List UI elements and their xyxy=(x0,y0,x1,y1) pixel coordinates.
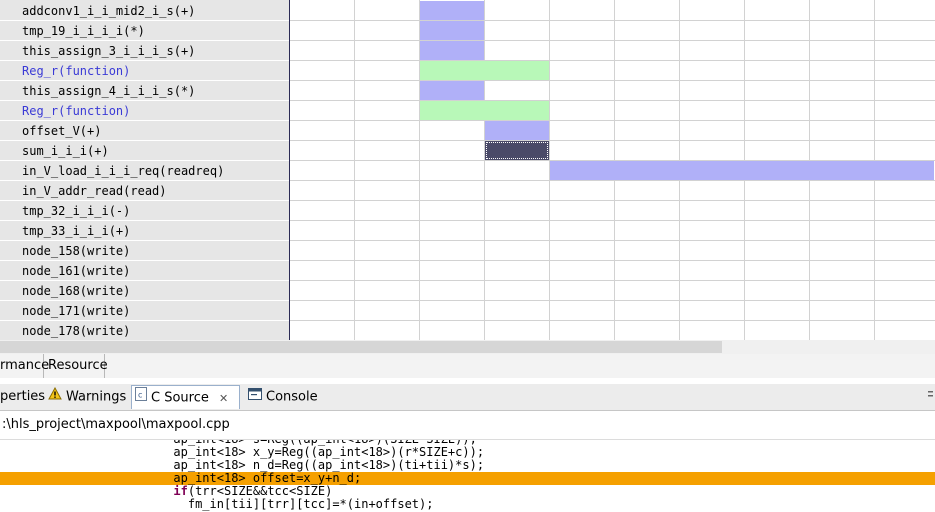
grid-row-line xyxy=(290,180,935,181)
tab-c-source-label: C Source xyxy=(151,390,209,406)
operation-row[interactable]: tmp_33_i_i_i(+) xyxy=(0,221,289,241)
operation-row[interactable]: in_V_load_i_i_i_req(readreq) xyxy=(0,161,289,181)
operation-row[interactable]: node_168(write) xyxy=(0,281,289,301)
tab-warnings[interactable]: Warnings xyxy=(48,385,130,409)
operation-row[interactable]: this_assign_4_i_i_i_s(*) xyxy=(0,81,289,101)
schedule-bar-op[interactable] xyxy=(485,121,549,140)
grid-column-line xyxy=(484,0,485,340)
operation-row[interactable]: tmp_19_i_i_i_i(*) xyxy=(0,21,289,41)
grid-row-line xyxy=(290,320,935,321)
source-code-view: ap_int<18> s=Reg((ap_int<18>)(SIZE*SIZE)… xyxy=(0,440,935,512)
grid-row-line xyxy=(290,300,935,301)
grid-row-line xyxy=(290,120,935,121)
grid-row-line xyxy=(290,40,935,41)
schedule-grid xyxy=(290,0,935,340)
grid-row-line xyxy=(290,60,935,61)
operation-row[interactable]: sum_i_i_i(+) xyxy=(0,141,289,161)
tab-properties[interactable]: perties xyxy=(0,385,46,409)
grid-row-line xyxy=(290,220,935,221)
operation-row[interactable]: Reg_r(function) xyxy=(0,61,289,81)
code-keyword: if xyxy=(173,484,188,498)
schedule-bar-selected[interactable] xyxy=(485,141,549,160)
close-icon[interactable]: ✕ xyxy=(219,392,228,405)
schedule-bar-op[interactable] xyxy=(550,161,934,180)
tab-console-label: Console xyxy=(266,389,318,405)
schedule-bar-op[interactable] xyxy=(420,81,484,100)
scrollbar-thumb[interactable] xyxy=(0,341,722,353)
operation-row[interactable]: Reg_r(function) xyxy=(0,101,289,121)
tab-resource[interactable]: Resource xyxy=(44,354,108,378)
operation-row[interactable]: in_V_addr_read(read) xyxy=(0,181,289,201)
schedule-bar-op[interactable] xyxy=(420,21,484,40)
view-tab-bar: rmance Resource xyxy=(0,354,935,379)
tab-properties-label: perties xyxy=(0,389,46,404)
panel-menu-icon[interactable] xyxy=(925,388,935,404)
grid-row-line xyxy=(290,140,935,141)
operation-row[interactable]: node_158(write) xyxy=(0,241,289,261)
grid-row-line xyxy=(290,20,935,21)
warning-icon xyxy=(48,385,62,409)
schedule-bar-function[interactable] xyxy=(420,101,549,120)
panel-tab-bar: perties Warnings c C Source ✕ Console xyxy=(0,384,935,411)
svg-text:c: c xyxy=(138,391,142,400)
operation-list: addconv1_i_i_mid2_i_s(+) tmp_19_i_i_i_i(*… xyxy=(0,0,290,340)
tab-performance[interactable]: rmance xyxy=(0,354,49,378)
tab-c-source[interactable]: c C Source ✕ xyxy=(131,385,240,409)
c-source-icon: c xyxy=(135,386,147,410)
grid-row-line xyxy=(290,200,935,201)
grid-row-line xyxy=(290,280,935,281)
operation-row[interactable]: addconv1_i_i_mid2_i_s(+) xyxy=(0,1,289,21)
grid-row-line xyxy=(290,240,935,241)
grid-row-line xyxy=(290,260,935,261)
grid-column-line xyxy=(354,0,355,340)
operation-row[interactable]: node_171(write) xyxy=(0,301,289,321)
source-file-path: :\hls_project\maxpool\maxpool.cpp xyxy=(0,411,935,440)
console-icon xyxy=(248,385,262,409)
operation-row[interactable]: node_178(write) xyxy=(0,321,289,340)
operation-row[interactable]: this_assign_3_i_i_i_s(+) xyxy=(0,41,289,61)
schedule-bar-op[interactable] xyxy=(420,41,484,60)
grid-row-line xyxy=(290,80,935,81)
tab-console[interactable]: Console xyxy=(248,385,320,409)
schedule-viewer: addconv1_i_i_mid2_i_s(+) tmp_19_i_i_i_i(*… xyxy=(0,0,935,340)
operation-row[interactable]: node_161(write) xyxy=(0,261,289,281)
tab-warnings-label: Warnings xyxy=(66,389,127,405)
horizontal-scrollbar[interactable] xyxy=(0,340,935,354)
operation-row[interactable]: offset_V(+) xyxy=(0,121,289,141)
grid-row-line xyxy=(290,100,935,101)
schedule-bar-op[interactable] xyxy=(420,1,484,20)
code-line[interactable]: fm_in[tii][trr][tcc]=*(in+offset); xyxy=(0,498,935,511)
operation-row[interactable]: tmp_32_i_i_i(-) xyxy=(0,201,289,221)
schedule-bar-function[interactable] xyxy=(420,61,549,80)
